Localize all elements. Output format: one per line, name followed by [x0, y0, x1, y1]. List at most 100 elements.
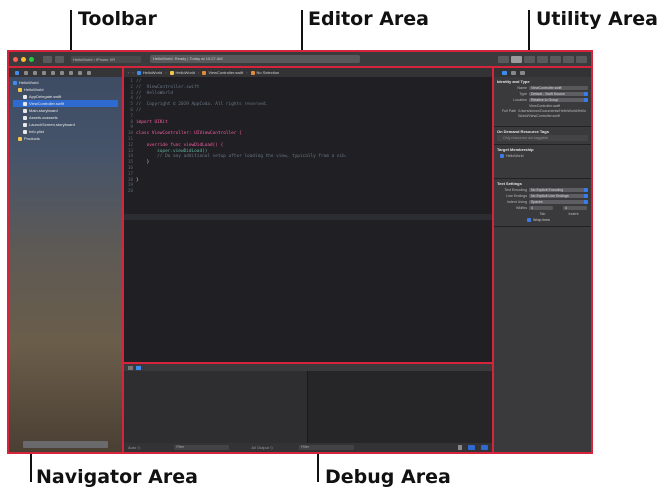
- source-control-navigator-icon[interactable]: [24, 70, 28, 75]
- minimize-window-button[interactable]: [21, 56, 26, 62]
- jump-bar-label: No Selection: [256, 70, 280, 75]
- line-number: 20: [127, 189, 133, 195]
- console-filter-field[interactable]: Filter: [299, 445, 355, 450]
- editor-area[interactable]: ‹ › HelloWorld › HelloWorld › ViewController…: [124, 68, 494, 364]
- test-navigator-icon[interactable]: [60, 70, 64, 75]
- back-arrow-icon[interactable]: ‹: [128, 70, 129, 75]
- navigator-item[interactable]: LaunchScreen.storyboard: [13, 121, 118, 128]
- variables-view[interactable]: [124, 371, 308, 443]
- console-view[interactable]: [308, 371, 492, 443]
- trash-icon[interactable]: [458, 445, 462, 450]
- breakpoint-navigator-icon[interactable]: [78, 70, 82, 75]
- show-navigator-button[interactable]: [550, 55, 561, 63]
- run-button[interactable]: [43, 55, 52, 63]
- text-encoding-label: Text Encoding: [504, 188, 527, 192]
- jump-bar-segment[interactable]: No Selection: [250, 70, 280, 75]
- file-type-popup[interactable]: Default - Swift Source: [529, 91, 588, 97]
- variables-filter-field[interactable]: Filter: [174, 445, 230, 450]
- inspector-selector-bar: [494, 68, 591, 77]
- location-popup[interactable]: Relative to Group: [529, 97, 588, 103]
- indent-using-popup[interactable]: Spaces: [529, 199, 588, 205]
- navigator-item[interactable]: Info.plist: [13, 128, 118, 135]
- history-inspector-icon[interactable]: [511, 70, 516, 75]
- wrap-lines-checkbox[interactable]: [527, 218, 531, 222]
- toolbar-leader: [70, 10, 72, 52]
- utility-area-callout: Utility Area: [536, 8, 658, 30]
- file-icon: [23, 108, 27, 113]
- target-checkbox[interactable]: [500, 154, 504, 158]
- line-endings-popup[interactable]: No Explicit Line Endings: [529, 193, 588, 199]
- file-name-field[interactable]: ViewController.swift: [529, 85, 588, 91]
- report-navigator-icon[interactable]: [87, 70, 91, 75]
- navigator-item[interactable]: HelloWorld: [13, 86, 118, 93]
- stop-button[interactable]: [55, 55, 64, 63]
- navigator-item[interactable]: Assets.xcassets: [13, 114, 118, 121]
- navigator-item[interactable]: HelloWorld: [13, 79, 118, 86]
- quick-help-inspector-icon[interactable]: [520, 70, 525, 75]
- split-view-left-button[interactable]: [468, 445, 475, 450]
- text-encoding-popup[interactable]: No Explicit Encoding: [529, 187, 588, 193]
- code-text: //: [136, 107, 142, 113]
- show-utilities-button[interactable]: [576, 55, 587, 63]
- hide-debug-area-icon[interactable]: [128, 365, 133, 370]
- navigator-item-label: AppDelegate.swift: [29, 94, 62, 99]
- library-button[interactable]: [498, 55, 509, 63]
- scheme-selector[interactable]: HelloWorld › iPhone XR: [71, 55, 141, 63]
- navigator-item-label: Info.plist: [29, 129, 44, 134]
- breakpoints-toggle-icon[interactable]: [136, 365, 141, 370]
- file-icon: [23, 94, 27, 99]
- line-endings-label: Line Endings: [506, 194, 527, 198]
- jump-bar-segment[interactable]: HelloWorld: [136, 70, 162, 75]
- debug-bar: [124, 364, 492, 371]
- identity-type-section: Identity and Type Name ViewController.sw…: [494, 77, 591, 127]
- show-debug-button[interactable]: [563, 55, 574, 63]
- folder-icon: [18, 87, 22, 92]
- jump-bar-label: HelloWorld: [175, 70, 196, 75]
- navigator-item[interactable]: Products: [13, 135, 118, 142]
- debug-navigator-icon[interactable]: [69, 70, 73, 75]
- widths-label: Widths: [516, 206, 527, 210]
- variables-scope-popup[interactable]: Auto ◇: [128, 445, 140, 450]
- close-window-button[interactable]: [13, 56, 18, 62]
- navigator-item-label: Products: [24, 136, 40, 141]
- standard-editor-button[interactable]: [511, 55, 522, 63]
- forward-arrow-icon[interactable]: ›: [132, 70, 133, 75]
- split-view-right-button[interactable]: [481, 445, 488, 450]
- navigator-item-label: ViewController.swift: [29, 101, 64, 106]
- navigator-item[interactable]: Main.storyboard: [13, 107, 118, 114]
- text-settings-section: Text Settings Text Encoding No Explicit …: [494, 179, 591, 227]
- debug-footer: Auto ◇ Filter All Output ◇ Filter: [124, 443, 492, 452]
- code-text: // Do any additional setup after loading…: [136, 154, 348, 160]
- source-editor[interactable]: 1//2// ViewController.swift 3// HelloWorl…: [124, 77, 492, 362]
- assistant-editor-button[interactable]: [524, 55, 535, 63]
- symbol-navigator-icon[interactable]: [33, 70, 37, 75]
- navigator-item[interactable]: AppDelegate.swift: [13, 93, 118, 100]
- file-inspector-icon[interactable]: [502, 70, 507, 75]
- file-icon: [23, 129, 27, 134]
- code-line[interactable]: 20: [124, 189, 347, 195]
- jump-bar-label: ViewController.swift: [208, 70, 244, 75]
- version-editor-button[interactable]: [537, 55, 548, 63]
- zoom-window-button[interactable]: [29, 56, 34, 62]
- navigator-item-label: Assets.xcassets: [29, 115, 58, 120]
- find-navigator-icon[interactable]: [42, 70, 46, 75]
- target-name: HelloWorld: [506, 154, 524, 158]
- project-navigator-icon[interactable]: [15, 70, 19, 75]
- navigator-selector-bar: [9, 68, 122, 77]
- indent-width-field[interactable]: 4: [563, 205, 587, 211]
- navigator-filter-field[interactable]: [23, 441, 108, 448]
- code-text: import UIKit: [136, 119, 168, 125]
- folder-icon: [18, 136, 22, 141]
- wrap-lines-option[interactable]: Wrap lines: [497, 217, 588, 223]
- chevron-right-icon: ›: [246, 70, 248, 75]
- issue-navigator-icon[interactable]: [51, 70, 55, 75]
- wrap-lines-label: Wrap lines: [533, 218, 550, 222]
- jump-bar-segment[interactable]: HelloWorld: [169, 70, 196, 75]
- console-output-popup[interactable]: All Output ◇: [251, 445, 273, 450]
- navigator-item-label: HelloWorld: [24, 87, 44, 92]
- navigator-item[interactable]: ViewController.swift: [13, 100, 118, 107]
- jump-bar-segment[interactable]: ViewController.swift: [202, 70, 243, 75]
- code-line[interactable]: 14 // Do any additional setup after load…: [124, 154, 348, 160]
- tab-width-field[interactable]: 4: [529, 205, 553, 211]
- file-icon: [23, 115, 27, 120]
